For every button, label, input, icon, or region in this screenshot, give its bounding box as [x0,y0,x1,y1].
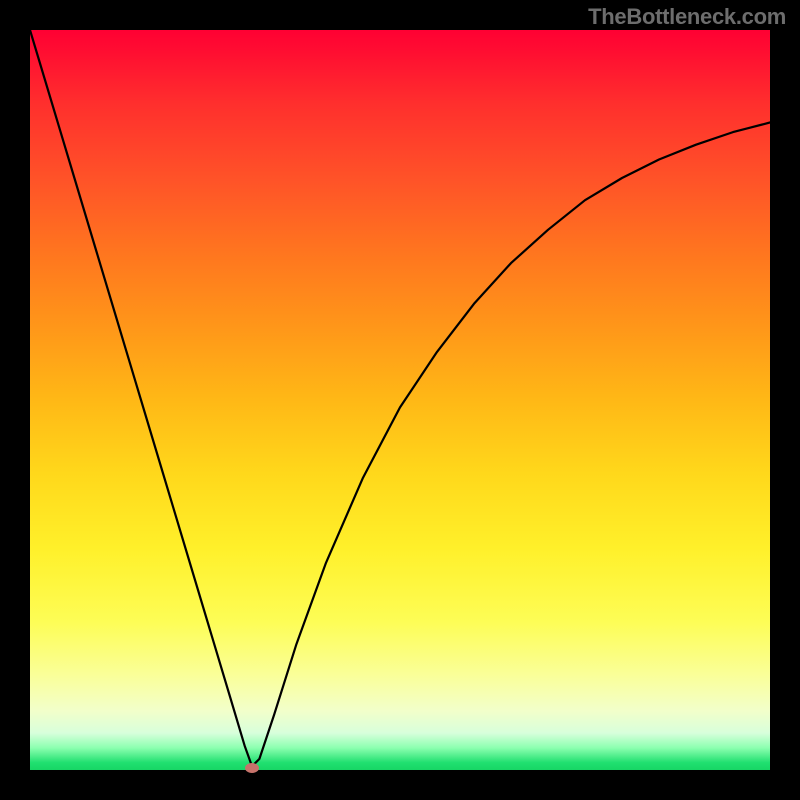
chart-curve-svg [30,30,770,770]
watermark-text: TheBottleneck.com [588,4,786,30]
chart-plot-area [30,30,770,770]
chart-frame: TheBottleneck.com [0,0,800,800]
chart-curve [30,30,770,766]
chart-min-marker [245,763,259,773]
